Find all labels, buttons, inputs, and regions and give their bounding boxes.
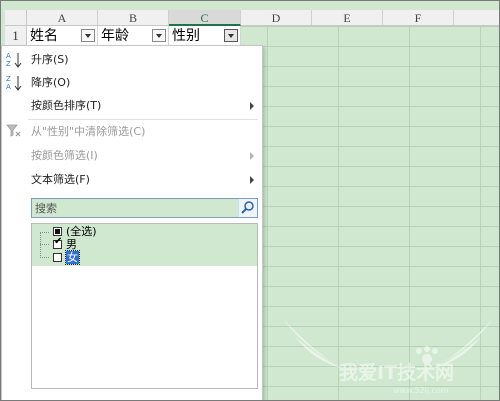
watermark-text: 我爱IT技术网 — [339, 361, 454, 384]
svg-text:Z: Z — [6, 75, 11, 83]
column-header-b[interactable]: B — [98, 10, 169, 26]
list-item[interactable]: 男 — [66, 238, 77, 251]
search-placeholder: 搜索 — [35, 202, 57, 215]
row-header-1[interactable]: 1 — [5, 26, 27, 46]
menu-text-filter[interactable]: 文本筛选(F) — [31, 172, 90, 188]
cell-b1[interactable]: 年龄 — [98, 26, 169, 46]
chevron-down-icon — [156, 34, 162, 38]
checkmark-icon: ✔ — [54, 236, 63, 247]
svg-text:A: A — [6, 52, 11, 60]
list-item[interactable]: 女 — [65, 250, 80, 265]
autofilter-menu: AZ 升序(S) ZA 降序(O) 按颜色排序(T) 从"性别"中清除筛选(C)… — [1, 45, 263, 400]
watermark-logo: 我爱IT技术网 www.52ij.com — [277, 313, 499, 400]
cell-b1-text: 年龄 — [101, 28, 129, 44]
checkbox-select-all[interactable] — [53, 227, 62, 236]
cell-c1[interactable]: 性别 — [169, 26, 241, 46]
sort-ascending-icon: AZ — [6, 51, 26, 71]
filter-values-list: (全选) ✔ 男 女 — [31, 223, 258, 389]
tree-line — [40, 244, 49, 245]
column-header-e[interactable]: E — [312, 10, 383, 26]
tree-line — [40, 232, 49, 233]
column-header-a[interactable]: A — [27, 10, 98, 26]
submenu-arrow-icon — [250, 152, 254, 160]
menu-clear-filter: 从"性别"中清除筛选(C) — [31, 125, 146, 138]
list-item[interactable]: (全选) — [66, 225, 97, 238]
select-all-corner[interactable] — [5, 10, 27, 26]
search-icon[interactable] — [238, 199, 257, 217]
search-box[interactable]: 搜索 — [31, 198, 258, 218]
checkbox-male[interactable]: ✔ — [53, 236, 63, 249]
tree-line — [40, 232, 41, 258]
submenu-arrow-icon — [250, 176, 254, 184]
menu-sort-ascending[interactable]: 升序(S) — [31, 52, 69, 68]
cell-a1-text: 姓名 — [30, 28, 58, 44]
sort-descending-icon: ZA — [6, 74, 26, 94]
clear-filter-icon — [6, 124, 22, 140]
chevron-down-icon — [85, 34, 91, 38]
column-header-g[interactable] — [454, 10, 499, 26]
watermark-url: www.52ij.com — [393, 386, 449, 395]
tree-line — [40, 257, 49, 258]
menu-divider — [28, 119, 258, 120]
menu-sort-by-color[interactable]: 按颜色排序(T) — [31, 98, 101, 114]
filter-dropdown-c[interactable] — [224, 29, 238, 42]
menu-sort-descending[interactable]: 降序(O) — [31, 75, 70, 91]
submenu-arrow-icon — [250, 102, 254, 110]
column-header-d[interactable]: D — [241, 10, 312, 26]
menu-filter-by-color: 按颜色筛选(I) — [31, 149, 98, 162]
spreadsheet-window: A B C D E F 1 姓名 年龄 性别 AZ 升序(S) ZA 降序(O)… — [0, 0, 500, 401]
filter-dropdown-a[interactable] — [81, 29, 95, 42]
filter-dropdown-b[interactable] — [152, 29, 166, 42]
checkbox-female[interactable] — [53, 253, 62, 262]
cell-c1-text: 性别 — [172, 28, 200, 44]
column-header-c[interactable]: C — [169, 10, 241, 26]
cell-a1[interactable]: 姓名 — [27, 26, 98, 46]
svg-text:Z: Z — [6, 60, 11, 68]
chevron-down-icon — [228, 34, 234, 38]
column-header-f[interactable]: F — [383, 10, 454, 26]
svg-text:A: A — [6, 83, 11, 91]
